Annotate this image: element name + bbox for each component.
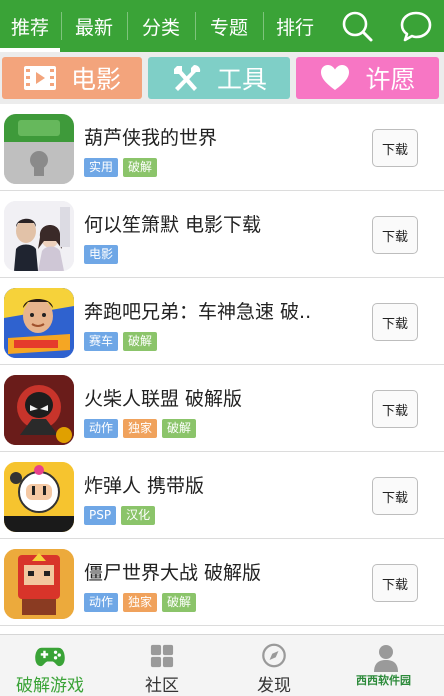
app-title: 何以笙箫默 电影下载: [84, 214, 262, 236]
tab-recommend[interactable]: 推荐: [0, 0, 60, 52]
tag-list: 赛车 破解: [84, 332, 162, 351]
tag: 破解: [123, 158, 158, 177]
tools-icon: [173, 65, 201, 91]
top-tab-bar: 推荐 最新 分类 专题 排行: [0, 0, 444, 52]
list-item[interactable]: [0, 626, 444, 634]
nav-community[interactable]: 社区: [112, 635, 212, 696]
film-icon: [23, 66, 56, 90]
app-icon: [4, 288, 74, 358]
tag: 实用: [84, 158, 119, 177]
app-icon: [4, 114, 74, 184]
download-button[interactable]: 下载: [372, 564, 418, 602]
tag: 动作: [84, 419, 119, 438]
tag: PSP: [84, 506, 117, 525]
tag: 动作: [84, 593, 119, 612]
download-button[interactable]: 下载: [372, 129, 418, 167]
app-icon: [4, 375, 74, 445]
category-shortcuts: 电影 工具 许愿: [0, 52, 444, 104]
gamepad-icon: [35, 647, 65, 667]
download-button[interactable]: 下载: [372, 216, 418, 254]
tag-list: 实用 破解: [84, 158, 162, 177]
tab-label: 推荐: [10, 16, 49, 39]
tag: 汉化: [121, 506, 156, 525]
grid-icon: [150, 644, 174, 668]
tag: 破解: [123, 332, 158, 351]
list-item[interactable]: 葫芦侠我的世界 实用 破解 下载: [0, 104, 444, 191]
watermark: 西西软件园: [356, 674, 411, 687]
app-icon: [4, 462, 74, 532]
nav-label: 社区: [145, 676, 179, 696]
tab-label: 排行: [275, 16, 314, 39]
nav-label: 破解游戏: [16, 676, 84, 696]
app-title: 炸弹人 携带版: [84, 475, 205, 497]
tag-list: PSP 汉化: [84, 506, 160, 525]
app-title: 火柴人联盟 破解版: [84, 388, 243, 410]
tab-topics[interactable]: 专题: [196, 0, 262, 52]
app-title: 葫芦侠我的世界: [84, 127, 218, 149]
movie-category-button[interactable]: 电影: [2, 57, 142, 99]
tab-label: 分类: [141, 16, 180, 39]
tab-latest[interactable]: 最新: [62, 0, 126, 52]
download-button[interactable]: 下载: [372, 390, 418, 428]
app-list: 葫芦侠我的世界 实用 破解 下载 何以笙箫默 电影下载 电影 下载 奔跑吧兄弟：…: [0, 104, 444, 634]
app-title: 僵尸世界大战 破解版: [84, 562, 262, 584]
category-label: 电影: [70, 65, 121, 94]
tab-categories[interactable]: 分类: [128, 0, 194, 52]
app-title: 奔跑吧兄弟：车神急速 破..: [84, 301, 312, 323]
chat-bubble-icon[interactable]: [398, 8, 434, 44]
app-icon: [4, 201, 74, 271]
tab-label: 专题: [209, 16, 248, 39]
tag: 独家: [123, 419, 158, 438]
nav-cracked-games[interactable]: 破解游戏: [0, 635, 100, 696]
nav-discover[interactable]: 发现: [224, 635, 324, 696]
compass-icon: [262, 643, 286, 668]
tab-label: 最新: [74, 16, 113, 39]
tag-list: 动作 独家 破解: [84, 419, 201, 438]
list-item[interactable]: 奔跑吧兄弟：车神急速 破.. 赛车 破解 下载: [0, 278, 444, 365]
list-item[interactable]: 僵尸世界大战 破解版 动作 独家 破解 下载: [0, 539, 444, 626]
search-icon[interactable]: [339, 8, 375, 44]
category-label: 工具: [216, 65, 267, 94]
heart-icon: [321, 65, 350, 90]
tag: 破解: [162, 419, 197, 438]
tab-ranking[interactable]: 排行: [264, 0, 326, 52]
download-button[interactable]: 下载: [372, 303, 418, 341]
tag: 独家: [123, 593, 158, 612]
tag: 赛车: [84, 332, 119, 351]
list-item[interactable]: 炸弹人 携带版 PSP 汉化 下载: [0, 452, 444, 539]
tag-list: 动作 独家 破解: [84, 593, 201, 612]
tag: 电影: [84, 245, 119, 264]
tag-list: 电影: [84, 245, 123, 264]
wish-category-button[interactable]: 许愿: [296, 57, 439, 99]
user-icon: [374, 645, 398, 672]
nav-label: 发现: [257, 676, 291, 696]
list-item[interactable]: 何以笙箫默 电影下载 电影 下载: [0, 191, 444, 278]
app-icon: [4, 549, 74, 619]
list-item[interactable]: 火柴人联盟 破解版 动作 独家 破解 下载: [0, 365, 444, 452]
category-label: 许愿: [365, 65, 416, 94]
tools-category-button[interactable]: 工具: [148, 57, 290, 99]
tag: 破解: [162, 593, 197, 612]
download-button[interactable]: 下载: [372, 477, 418, 515]
